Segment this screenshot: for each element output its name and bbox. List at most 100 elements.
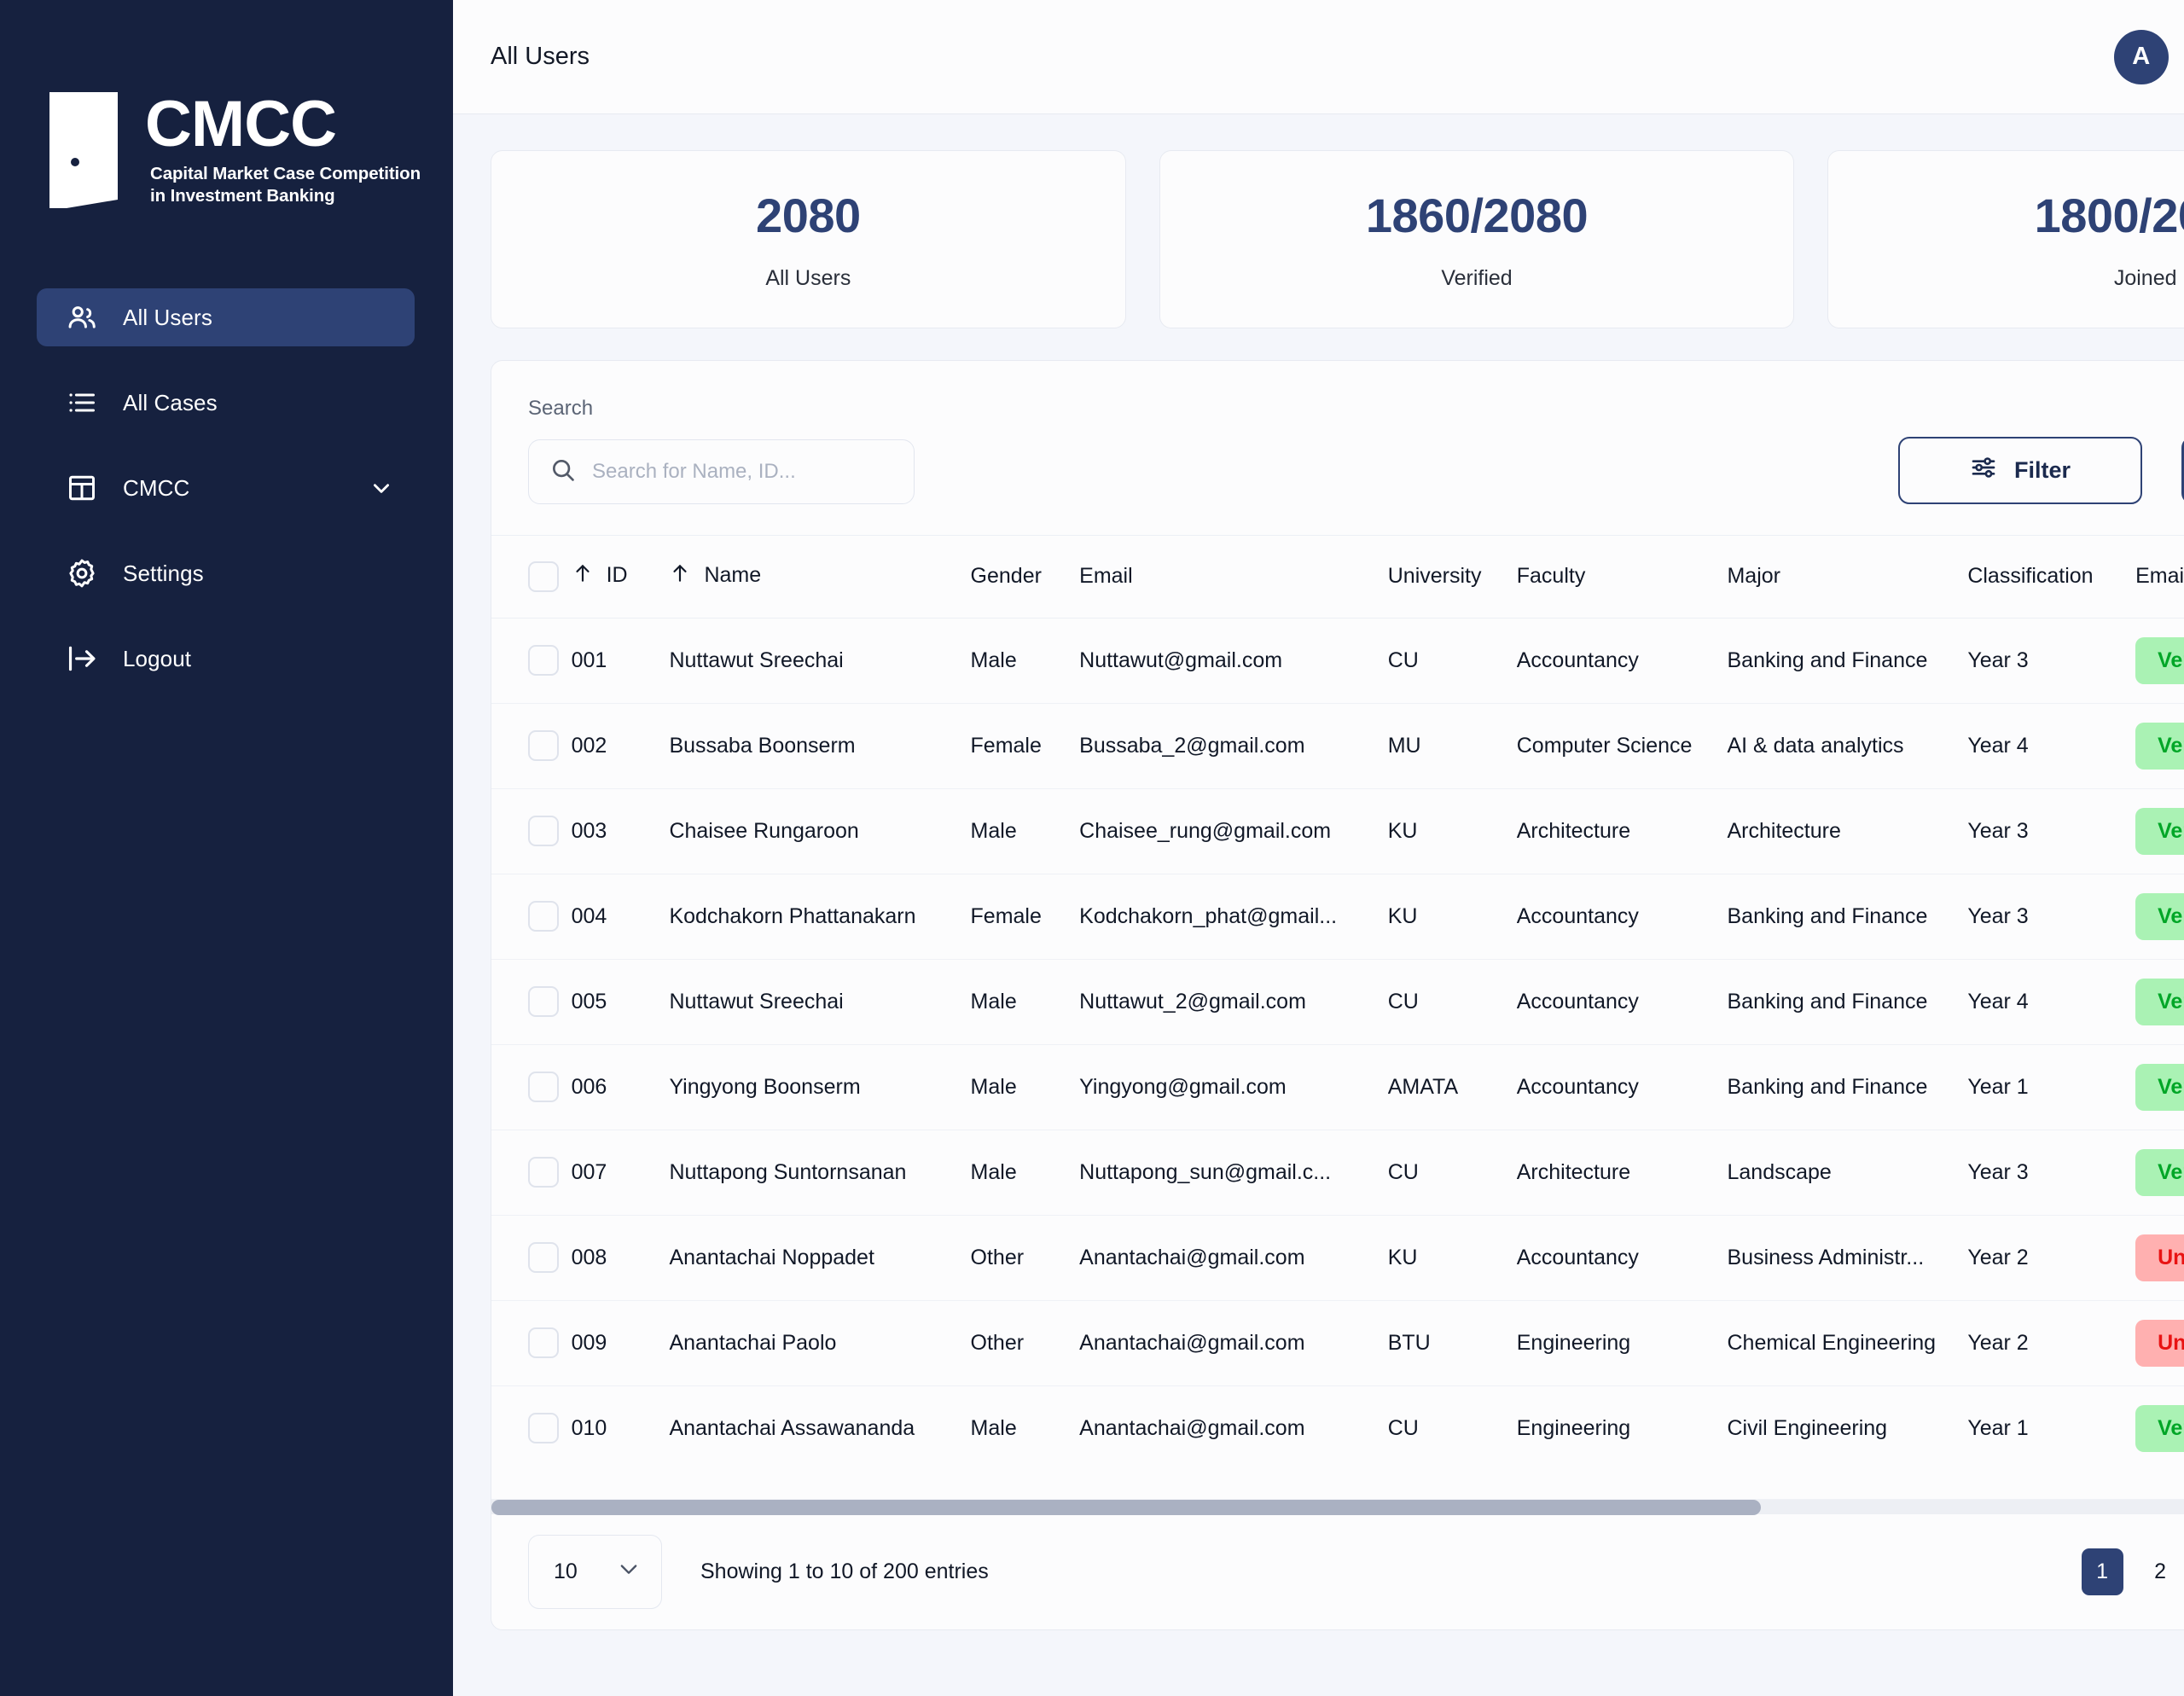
cell-classification: Year 3 [1967,788,2136,874]
column-header-faculty[interactable]: Faculty [1516,536,1728,619]
cell-email: Nuttawut@gmail.com [1079,618,1388,704]
cell-classification: Year 1 [1967,1415,2029,1440]
stat-value: 1800/2080 [2034,189,2184,242]
cell-id: 007 [571,1130,670,1216]
table-row[interactable]: 001 Nuttawut Sreechai Male Nuttawut@gmail.c… [491,618,2184,704]
table-toolbar: Search Search for Name, ID... Filter [491,361,2184,535]
cell-faculty: Architecture [1516,1130,1728,1216]
stat-value: 1860/2080 [1365,189,1589,242]
table-row[interactable]: 002 Bussaba Boonserm Female Bussaba_2@gmail… [491,703,2184,789]
row-checkbox[interactable] [528,901,559,932]
chevron-down-icon [617,1557,641,1587]
row-checkbox[interactable] [528,1072,559,1102]
layout-icon [64,470,100,506]
column-header-university[interactable]: University [1387,536,1517,619]
cell-email-status: Verified [2135,1385,2184,1471]
status-badge: Verified [2135,636,2184,684]
cell-email-status: Verified [2135,703,2184,789]
cell-faculty: Computer Science [1516,703,1728,789]
column-header-classification[interactable]: Classification [1967,536,2136,619]
row-checkbox[interactable] [528,1157,559,1188]
cell-major: Banking and Finance [1727,1044,1968,1130]
cell-major: Civil Engineering [1727,1415,1888,1440]
cell-email-status: Verified [2135,788,2184,874]
column-header-gender[interactable]: Gender [970,536,1080,619]
select-all-checkbox[interactable] [528,560,559,592]
row-checkbox[interactable] [528,730,559,761]
table-row[interactable]: 004 Kodchakorn Phattanakarn Female Kodchako… [491,874,2184,960]
cell-university: CU [1387,618,1517,704]
sidebar-item-label: CMCC [123,474,190,501]
pagination-page-1[interactable]: 1 [2081,1548,2123,1595]
table-row[interactable]: 010 Anantachai Assawananda Male Anantachai@… [491,1385,2184,1471]
column-header-email-status[interactable]: Email Status [2135,536,2184,619]
cell-classification: Year 3 [1967,874,2136,960]
avatar: A [2113,29,2169,84]
cell-email-status: Verified [2135,1044,2184,1130]
table-row[interactable]: 005 Nuttawut Sreechai Male Nuttawut_2@gmail… [491,959,2184,1045]
stat-card-joined: 1800/2080 Joined [1827,150,2184,328]
cell-major: Architecture [1727,788,1968,874]
sidebar-item-all-cases[interactable]: All Cases [37,374,415,432]
cell-email: Nuttawut_2@gmail.com [1079,959,1388,1045]
table-footer: 10 Showing 1 to 10 of 200 entries 123...… [491,1514,2184,1629]
row-checkbox[interactable] [528,1413,559,1444]
stat-cards: 2080 All Users 1860/2080 Verified 1800/2… [491,150,2184,328]
app-root: CMCC Capital Market Case Competition in … [0,0,2184,1696]
table-row[interactable]: 009 Anantachai Paolo Other Anantachai@gmail… [491,1300,2184,1386]
chevron-down-icon[interactable] [370,477,392,499]
column-header-email[interactable]: Email [1079,536,1388,619]
cell-email: Anantachai@gmail.com [1079,1415,1305,1440]
cell-university: MU [1387,703,1517,789]
sidebar-item-cmcc[interactable]: CMCC [37,459,415,517]
table-row[interactable]: 008 Anantachai Noppadet Other Anantachai@gm… [491,1215,2184,1301]
table-row[interactable]: 006 Yingyong Boonserm Male Yingyong@gmail.c… [491,1044,2184,1130]
sidebar-item-settings[interactable]: Settings [37,544,415,602]
status-badge: Unverified [2135,1319,2184,1367]
cell-email-status: Unverified [2135,1215,2184,1301]
search-input[interactable] [592,460,897,484]
main-area: All Users A Chaianan Phattanakarn 2080 A… [453,0,2184,1696]
column-header-name[interactable]: Name [669,536,971,619]
user-menu[interactable]: A Chaianan Phattanakarn [2113,29,2184,84]
cell-faculty: Accountancy [1516,1215,1728,1301]
row-checkbox[interactable] [528,816,559,846]
sort-ascending-icon[interactable] [669,562,691,590]
filter-button[interactable]: Filter [1898,437,2142,504]
search-icon [549,456,577,488]
row-select-cell [491,1385,572,1471]
sort-ascending-icon[interactable] [572,562,594,590]
row-checkbox[interactable] [528,645,559,676]
row-select-cell [491,703,572,789]
stat-label: Verified [1441,266,1513,290]
cell-name: Anantachai Assawananda [669,1415,915,1440]
cell-classification: Year 2 [1967,1215,2136,1301]
horizontal-scrollbar[interactable] [491,1499,2184,1515]
row-checkbox[interactable] [528,1242,559,1273]
cell-major: Banking and Finance [1727,959,1968,1045]
table-row[interactable]: 003 Chaisee Rungaroon Male Chaisee_rung@gma… [491,788,2184,874]
row-checkbox[interactable] [528,986,559,1017]
pagination-page-2[interactable]: 2 [2140,1548,2181,1595]
users-panel: Search Search for Name, ID... Filter ID … [491,360,2184,1630]
search-box[interactable] [528,439,915,504]
filter-button-label: Filter [2013,457,2071,483]
cell-gender: Male [970,1130,1080,1216]
sidebar-item-logout[interactable]: Logout [37,630,415,688]
column-header-major[interactable]: Major [1727,536,1968,619]
horizontal-scrollbar-thumb[interactable] [491,1500,1761,1515]
users-table: ID Name Gender Email University Faculty … [491,536,2184,1471]
row-checkbox[interactable] [528,1327,559,1358]
cell-email: Bussaba_2@gmail.com [1079,703,1388,789]
cell-faculty: Architecture [1516,788,1728,874]
column-header-id[interactable]: ID [571,536,670,619]
page-size-select[interactable]: 10 [528,1535,662,1609]
cell-email: Anantachai@gmail.com [1079,1215,1388,1301]
cell-classification: Year 1 [1967,1044,2136,1130]
showing-entries-text: Showing 1 to 10 of 200 entries [700,1560,989,1583]
cell-faculty: Accountancy [1516,959,1728,1045]
sidebar-item-all-users[interactable]: All Users [37,288,415,346]
table-row[interactable]: 007 Nuttapong Suntornsanan Male Nuttapong_s… [491,1130,2184,1216]
open-door-icon [43,87,138,213]
cell-classification: Year 4 [1967,959,2136,1045]
